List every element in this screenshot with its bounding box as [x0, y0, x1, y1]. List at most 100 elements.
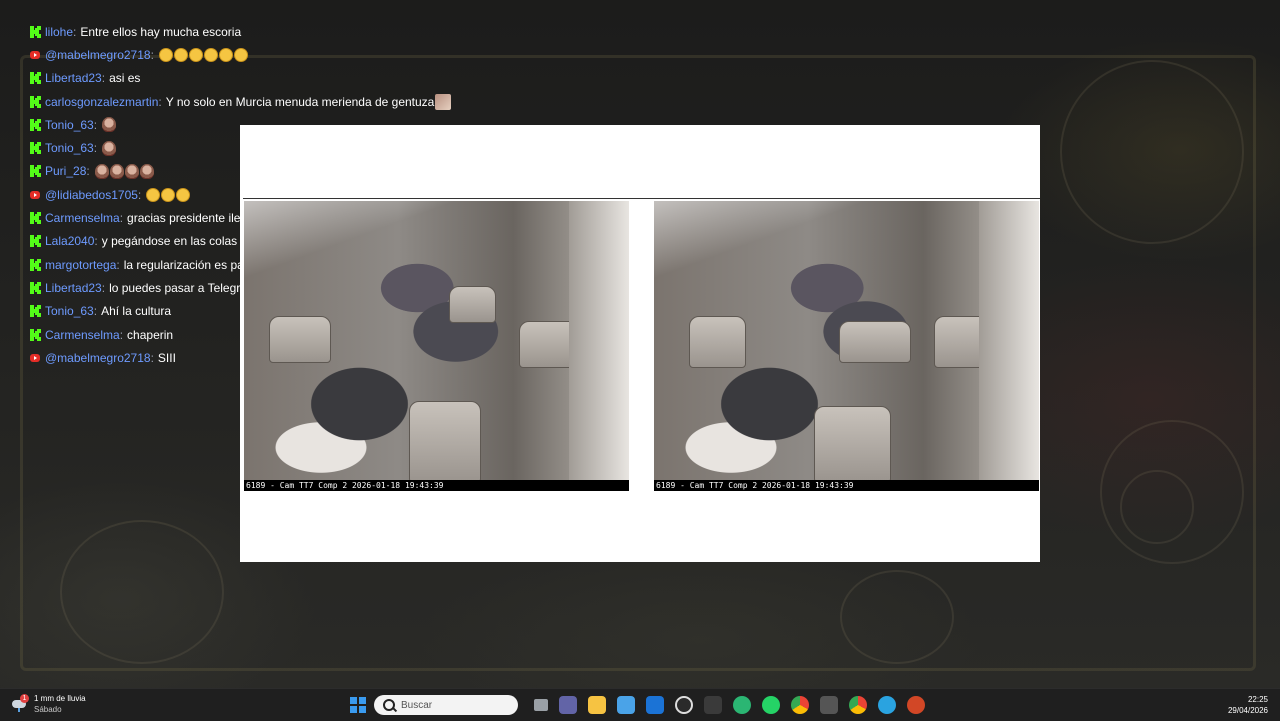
chat-colon: :: [86, 164, 90, 179]
face-emote-icon: [94, 163, 109, 179]
chat-username[interactable]: Tonio_63: [45, 141, 94, 155]
search-box[interactable]: Buscar: [374, 695, 518, 715]
chat-colon: :: [137, 187, 142, 202]
ornament-swirl: [1060, 60, 1244, 244]
whatsapp-icon[interactable]: [761, 696, 780, 714]
mail-icon[interactable]: [645, 696, 664, 714]
chat-text: chaperin: [127, 327, 174, 342]
chat-colon: :: [158, 94, 162, 109]
file-explorer-icon[interactable]: [587, 696, 606, 714]
kick-icon: [30, 212, 41, 225]
chat-username[interactable]: Libertad23: [45, 71, 102, 85]
scream-emoji-icon: [203, 47, 218, 62]
youtube-icon: [30, 353, 40, 362]
weather-condition: 1 mm de lluvia: [34, 694, 86, 703]
cctv-frame-right: 6189 - Cam TT7 Comp 2 2026-01-18 19:43:3…: [654, 201, 1039, 491]
youtube-icon: [30, 50, 40, 59]
chat-colon: :: [101, 280, 106, 295]
chat-text: asi es: [109, 71, 141, 86]
chat-colon: :: [93, 117, 98, 132]
kick-icon: [30, 258, 41, 271]
settings-icon[interactable]: [819, 696, 838, 714]
chat-username[interactable]: Carmenselma: [45, 328, 120, 342]
chat-username[interactable]: lilohe: [45, 25, 73, 39]
image-popup[interactable]: 6189 - Cam TT7 Comp 2 2026-01-18 19:43:3…: [240, 125, 1040, 562]
start-button[interactable]: [350, 697, 366, 713]
chat-colon: :: [73, 24, 77, 39]
chat-username[interactable]: carlosgonzalezmartin: [45, 95, 158, 109]
seat: [409, 401, 481, 483]
kick-icon: [30, 328, 41, 341]
kick-icon: [30, 165, 41, 178]
task-view-icon[interactable]: [533, 699, 548, 711]
weather-widget[interactable]: 1 1 mm de lluvia Sábado: [12, 693, 86, 715]
chat-message: lilohe: Entre ellos hay mucha escoria: [30, 20, 650, 43]
chat-username[interactable]: margotortega: [45, 258, 116, 272]
chat-username[interactable]: Libertad23: [45, 281, 102, 295]
chat-text: Entre ellos hay mucha escoria: [80, 24, 242, 39]
chat-username[interactable]: @lidiabedos1705: [45, 188, 138, 202]
scream-emoji-icon: [176, 187, 191, 202]
weather-alert-badge: 1: [20, 694, 29, 703]
face-emote-icon: [124, 163, 139, 179]
seat: [449, 286, 496, 323]
cam-caption: 6189 - Cam TT7 Comp 2 2026-01-18 19:43:3…: [654, 480, 1039, 491]
rain-cloud-icon: 1: [12, 694, 29, 712]
scream-emoji-icon: [188, 47, 203, 62]
telegram-icon[interactable]: [877, 696, 896, 714]
chat-colon: :: [101, 71, 106, 86]
cam-caption: 6189 - Cam TT7 Comp 2 2026-01-18 19:43:3…: [244, 480, 629, 491]
chat-message: carlosgonzalezmartin: Y no solo en Murcia…: [30, 90, 650, 113]
search-icon: [383, 699, 395, 711]
chat-colon: :: [94, 234, 98, 249]
scream-emoji-icon: [158, 47, 173, 62]
seat: [814, 406, 891, 483]
chat-username[interactable]: Tonio_63: [45, 118, 94, 132]
chat-colon: :: [150, 350, 154, 365]
photo-emote-icon: [435, 93, 452, 110]
chat-colon: :: [93, 141, 98, 156]
search-placeholder: Buscar: [401, 699, 433, 711]
chat-username[interactable]: @mabelmegro2718: [45, 48, 151, 62]
teams-icon[interactable]: [558, 696, 577, 714]
chrome-profile-icon[interactable]: [848, 696, 867, 714]
chat-colon: :: [119, 211, 124, 226]
face-emote-icon: [139, 163, 154, 179]
chat-username[interactable]: Puri_28: [45, 164, 86, 178]
kick-icon: [30, 72, 41, 85]
chat-colon: :: [150, 47, 154, 62]
weather-day: Sábado: [34, 705, 62, 714]
chat-text: y pegándose en las colas: [101, 234, 238, 249]
seat: [689, 316, 746, 368]
kick-icon: [30, 281, 41, 294]
chat-username[interactable]: Tonio_63: [45, 304, 94, 318]
train-wall: [979, 201, 1039, 491]
ornament-swirl: [1120, 470, 1194, 544]
popup-separator: [243, 198, 1040, 199]
kick-icon: [30, 118, 41, 131]
store-icon[interactable]: [616, 696, 635, 714]
edge-icon[interactable]: [732, 696, 751, 714]
seat: [839, 321, 911, 363]
clock-time: 22:25: [1247, 695, 1268, 704]
chat-username[interactable]: Carmenselma: [45, 211, 120, 225]
seat: [269, 316, 331, 363]
ornament-swirl: [60, 520, 224, 664]
face-emote-icon: [109, 163, 124, 179]
snipping-tool-icon[interactable]: [674, 696, 693, 714]
chat-message: @mabelmegro2718:: [30, 43, 650, 66]
chat-username[interactable]: Lala2040: [45, 234, 94, 248]
chrome-icon[interactable]: [790, 696, 809, 714]
system-clock[interactable]: 22:25 29/04/2026: [1228, 694, 1268, 716]
kick-icon: [30, 305, 41, 318]
powerpoint-icon[interactable]: [906, 696, 925, 714]
scream-emoji-icon: [173, 47, 188, 62]
unity-icon[interactable]: [703, 696, 722, 714]
chat-username[interactable]: @mabelmegro2718: [45, 351, 151, 365]
clock-date: 29/04/2026: [1227, 706, 1268, 715]
taskbar: 1 1 mm de lluvia Sábado Buscar 22:25 29/…: [0, 688, 1280, 721]
kick-icon: [30, 142, 41, 155]
scream-emoji-icon: [146, 187, 161, 202]
kick-icon: [30, 25, 41, 38]
chat-text: Ahí la cultura: [101, 304, 172, 319]
